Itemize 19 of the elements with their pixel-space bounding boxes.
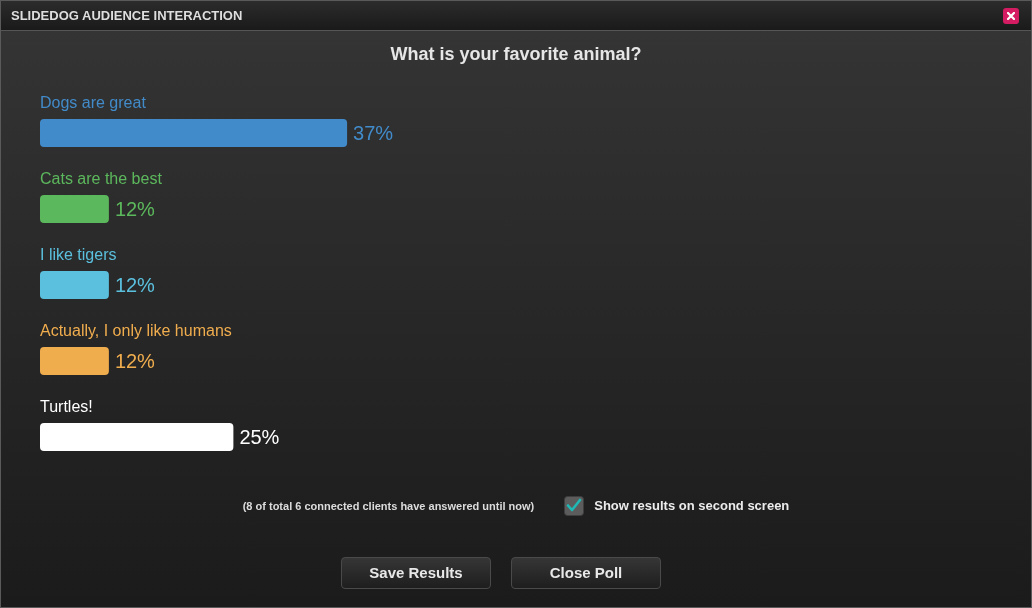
action-button[interactable]: Close Poll	[511, 557, 661, 589]
close-icon	[1007, 11, 1015, 20]
action-button[interactable]: Save Results	[341, 557, 491, 589]
option-label: Actually, I only like humans	[40, 321, 232, 341]
close-button[interactable]	[1003, 7, 1019, 24]
option-label: Turtles!	[40, 397, 93, 417]
answer-count-note: (8 of total 6 connected clients have answered until now)	[242, 498, 535, 514]
option-label: Cats are the best	[40, 169, 162, 189]
percent-label: 37%	[353, 121, 394, 145]
checkbox[interactable]	[564, 496, 585, 516]
checkbox-label[interactable]: Show results on second screen	[594, 496, 790, 516]
option-label: Dogs are great	[40, 93, 146, 113]
percent-label: 12%	[114, 197, 155, 221]
option-label: I like tigers	[40, 245, 117, 265]
percent-label: 12%	[114, 349, 155, 373]
poll-question: What is your favorite animal?	[390, 43, 642, 66]
percent-label: 12%	[114, 273, 155, 297]
window-title: SLIDEDOG AUDIENCE INTERACTION	[11, 6, 243, 25]
percent-label: 25%	[239, 425, 280, 449]
